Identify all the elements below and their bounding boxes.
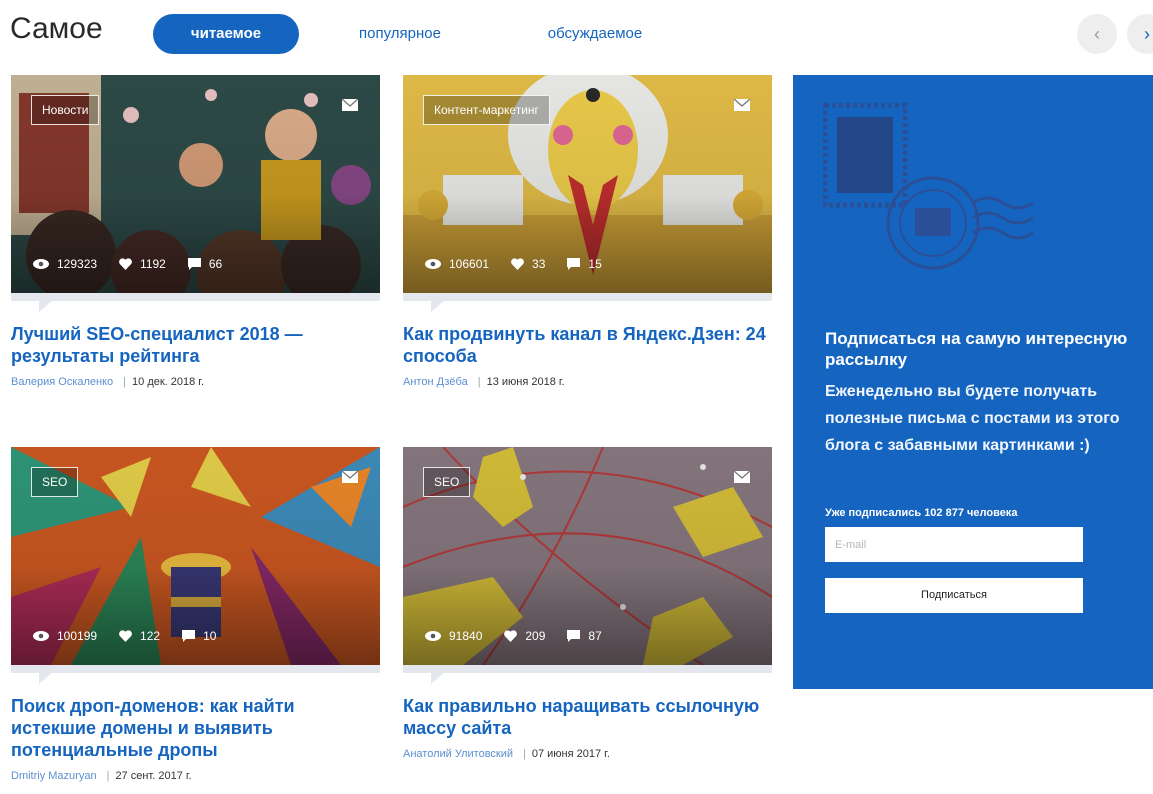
article-thumbnail[interactable]: Новости 129323 1192 66: [11, 75, 380, 293]
envelope-icon[interactable]: [734, 99, 750, 111]
heart-icon: [119, 258, 132, 270]
category-tag[interactable]: SEO: [31, 467, 79, 497]
eye-icon: [425, 259, 441, 269]
category-tag[interactable]: Контент-маркетинг: [423, 95, 550, 125]
article-thumbnail[interactable]: SEO 91840 209 87: [403, 447, 772, 665]
heart-icon: [504, 630, 518, 642]
views-count: 91840: [449, 629, 483, 643]
article-title[interactable]: Как правильно наращивать ссылочную массу…: [403, 695, 772, 739]
comment-icon: [567, 258, 581, 270]
article-author[interactable]: Анатолий Улитовский: [403, 748, 513, 760]
card-divider: [11, 665, 380, 684]
tab-most-read[interactable]: читаемое: [153, 14, 299, 54]
subscribe-title: Подписаться на самую интересную рассылку: [825, 329, 1128, 369]
subscribe-button[interactable]: Подписаться: [825, 578, 1083, 613]
comments-count: 87: [588, 629, 602, 643]
views-count: 106601: [449, 257, 490, 271]
card-divider: [11, 293, 380, 312]
subscribe-panel: Подписаться на самую интересную рассылку…: [793, 75, 1153, 689]
views-count: 100199: [57, 629, 98, 643]
card-divider: [403, 665, 772, 684]
article-stats: 91840 209 87: [425, 629, 624, 643]
article-meta: Антон Дзёба | 13 июня 2018 г.: [403, 376, 565, 388]
views-count: 129323: [57, 257, 98, 271]
article-stats: 129323 1192 66: [33, 257, 244, 271]
comment-icon: [567, 630, 581, 642]
comments-count: 15: [588, 257, 602, 271]
page-title: Самое: [10, 12, 103, 45]
tab-discussed[interactable]: обсуждаемое: [515, 14, 675, 54]
article-author[interactable]: Антон Дзёба: [403, 376, 468, 388]
eye-icon: [425, 631, 441, 641]
article-stats: 100199 122 10: [33, 629, 238, 643]
likes-count: 33: [532, 257, 546, 271]
eye-icon: [33, 259, 49, 269]
article-card[interactable]: SEO 91840 209 87 Как правильно наращиват…: [403, 447, 772, 760]
comments-count: 10: [203, 629, 217, 643]
envelope-icon[interactable]: [734, 471, 750, 483]
article-title[interactable]: Как продвинуть канал в Яндекс.Дзен: 24 с…: [403, 323, 772, 367]
tab-popular[interactable]: популярное: [330, 14, 470, 54]
article-meta: Валерия Оскаленко | 10 дек. 2018 г.: [11, 376, 205, 388]
likes-count: 209: [525, 629, 546, 643]
category-tag[interactable]: Новости: [31, 95, 100, 125]
heart-icon: [119, 630, 132, 642]
article-title[interactable]: Поиск дроп-доменов: как найти истекшие д…: [11, 695, 380, 761]
article-date: 10 дек. 2018 г.: [132, 376, 205, 388]
article-title[interactable]: Лучший SEO-специалист 2018 — результаты …: [11, 323, 380, 367]
envelope-icon[interactable]: [342, 471, 358, 483]
article-thumbnail[interactable]: Контент-маркетинг 106601 33 15: [403, 75, 772, 293]
postage-stamp-icon: [823, 103, 1034, 270]
chevron-left-icon: ‹: [1094, 24, 1100, 44]
article-date: 13 июня 2018 г.: [486, 376, 565, 388]
likes-count: 122: [140, 629, 161, 643]
article-author[interactable]: Валерия Оскаленко: [11, 376, 113, 388]
article-card[interactable]: Контент-маркетинг 106601 33 15 Как продв…: [403, 75, 772, 388]
article-date: 07 июня 2017 г.: [531, 748, 610, 760]
next-button[interactable]: ›: [1127, 14, 1153, 54]
article-card[interactable]: Новости 129323 1192 66 Лучший SEO-специа…: [11, 75, 380, 388]
article-meta: Dmitriy Mazuryan | 27 сент. 2017 г.: [11, 770, 192, 782]
envelope-icon[interactable]: [342, 99, 358, 111]
article-date: 27 сент. 2017 г.: [115, 770, 192, 782]
article-author[interactable]: Dmitriy Mazuryan: [11, 770, 97, 782]
chevron-right-icon: ›: [1144, 24, 1150, 44]
card-divider: [403, 293, 772, 312]
article-meta: Анатолий Улитовский | 07 июня 2017 г.: [403, 748, 610, 760]
heart-icon: [511, 258, 524, 270]
email-field[interactable]: [825, 527, 1083, 562]
comment-icon: [187, 258, 201, 270]
article-thumbnail[interactable]: SEO 100199 122 10: [11, 447, 380, 665]
prev-button[interactable]: ‹: [1077, 14, 1117, 54]
subscribe-description: Еженедельно вы будете получать полезные …: [825, 383, 1120, 454]
comments-count: 66: [208, 257, 223, 271]
article-card[interactable]: SEO 100199 122 10 Поиск дроп-доменов: ка…: [11, 447, 380, 782]
category-tag[interactable]: SEO: [423, 467, 471, 497]
subscriber-count: Уже подписались 102 877 человека: [825, 507, 1018, 519]
likes-count: 1192: [140, 257, 166, 271]
article-stats: 106601 33 15: [425, 257, 624, 271]
eye-icon: [33, 631, 49, 641]
comment-icon: [182, 630, 196, 642]
